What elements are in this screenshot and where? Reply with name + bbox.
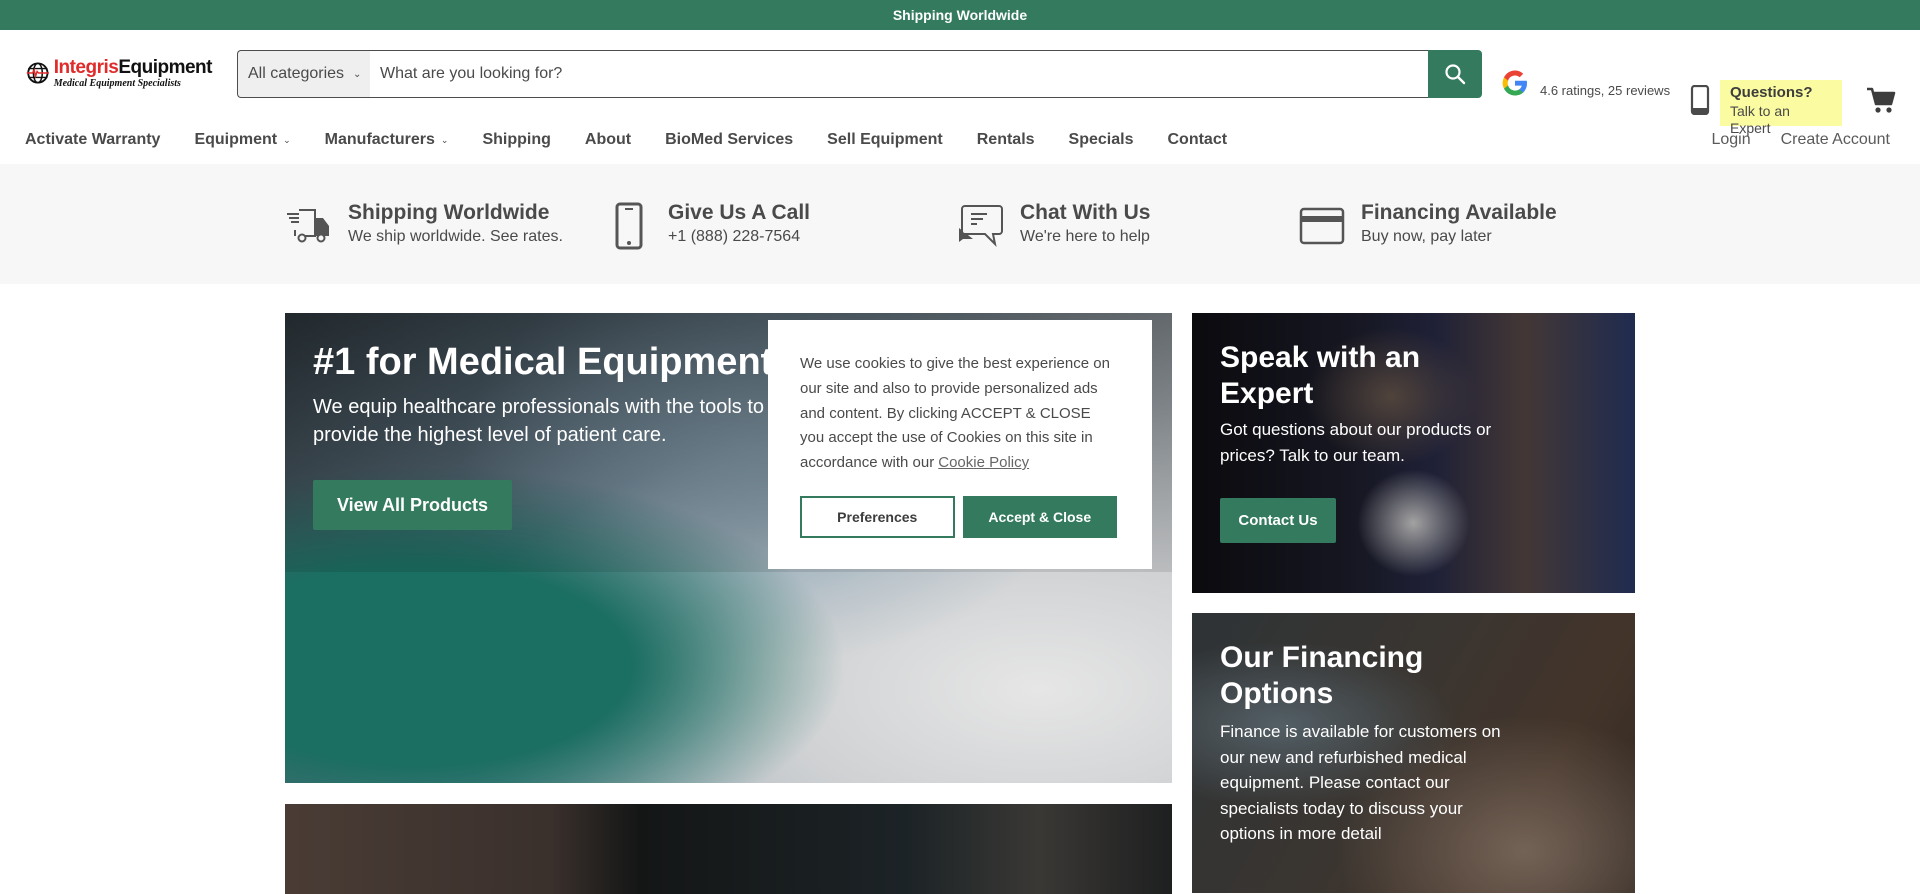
feature-title: Shipping Worldwide bbox=[348, 201, 550, 224]
secondary-banner bbox=[285, 804, 1172, 894]
cookie-text: We use cookies to give the best experien… bbox=[800, 355, 1110, 471]
chevron-down-icon: ⌄ bbox=[353, 68, 362, 80]
nav-item-manufacturers[interactable]: Manufacturers ⌄ bbox=[325, 131, 449, 149]
card-text: Finance is available for customers on ou… bbox=[1220, 722, 1501, 843]
hero-subtitle: We equip healthcare professionals with t… bbox=[313, 396, 765, 446]
features-strip: Shipping Worldwide We ship worldwide. Se… bbox=[0, 164, 1920, 284]
create-account-link[interactable]: Create Account bbox=[1781, 131, 1890, 149]
feature-chat[interactable]: Chat With Us We're here to help bbox=[956, 201, 1150, 251]
nav-item-biomed-services[interactable]: BioMed Services bbox=[665, 131, 793, 149]
financing-card: Our Financing Options Finance is availab… bbox=[1192, 613, 1635, 893]
credit-card-icon bbox=[1299, 207, 1345, 245]
site-logo[interactable]: IntegrisEquipment Medical Equipment Spec… bbox=[26, 53, 212, 93]
contact-us-button[interactable]: Contact Us bbox=[1220, 498, 1336, 543]
hero-title: #1 for Medical Equipment bbox=[313, 341, 774, 383]
announcement-bar: Shipping Worldwide bbox=[0, 0, 1920, 30]
logo-tagline: Medical Equipment Specialists bbox=[53, 77, 181, 89]
category-select-label: All categories bbox=[248, 65, 345, 82]
card-title: Speak with an Expert bbox=[1220, 341, 1421, 410]
search-button[interactable] bbox=[1428, 50, 1482, 98]
nav-item-contact[interactable]: Contact bbox=[1167, 131, 1227, 149]
preferences-button[interactable]: Preferences bbox=[800, 495, 955, 538]
feature-title: Chat With Us bbox=[1020, 201, 1151, 224]
accept-close-button[interactable]: Accept & Close bbox=[962, 495, 1117, 538]
google-rating[interactable]: 4.6 ratings, 25 reviews bbox=[1500, 68, 1670, 98]
login-link[interactable]: Login bbox=[1711, 131, 1750, 149]
main-nav: Activate Warranty Equipment ⌄ Manufacture… bbox=[0, 116, 1920, 164]
feature-title: Give Us A Call bbox=[668, 201, 810, 224]
cookie-banner: We use cookies to give the best experien… bbox=[768, 320, 1152, 569]
search-bar: All categories ⌄ bbox=[237, 50, 1482, 98]
mobile-phone-icon bbox=[1690, 85, 1710, 115]
cart-icon[interactable] bbox=[1866, 87, 1896, 115]
chat-icon bbox=[959, 205, 1003, 248]
feature-subtitle: +1 (888) 228-7564 bbox=[668, 228, 801, 246]
search-icon bbox=[1445, 64, 1466, 85]
feature-subtitle: We're here to help bbox=[1020, 228, 1150, 246]
card-text: Got questions about our products or pric… bbox=[1220, 420, 1492, 465]
feature-title: Financing Available bbox=[1361, 201, 1557, 224]
nav-item-equipment[interactable]: Equipment ⌄ bbox=[194, 131, 290, 149]
feature-subtitle: Buy now, pay later bbox=[1361, 228, 1492, 246]
nav-item-activate-warranty[interactable]: Activate Warranty bbox=[25, 131, 160, 149]
nav-item-sell-equipment[interactable]: Sell Equipment bbox=[827, 131, 943, 149]
globe-icon bbox=[26, 62, 49, 84]
chevron-down-icon: ⌄ bbox=[440, 134, 449, 145]
nav-item-shipping[interactable]: Shipping bbox=[482, 131, 550, 149]
expert-card: Speak with an Expert Got questions about… bbox=[1192, 313, 1635, 593]
logo-brand-red: Integris bbox=[53, 56, 119, 78]
announcement-text: Shipping Worldwide bbox=[892, 7, 1028, 23]
site-header: IntegrisEquipment Medical Equipment Spec… bbox=[0, 30, 1920, 136]
feature-subtitle: We ship worldwide. See rates. bbox=[348, 228, 563, 246]
view-all-products-button[interactable]: View All Products bbox=[313, 480, 512, 530]
logo-brand-black: Equipment bbox=[118, 56, 212, 78]
card-title: Our Financing Options bbox=[1220, 641, 1424, 710]
search-input[interactable] bbox=[370, 50, 1428, 98]
feature-financing[interactable]: Financing Available Buy now, pay later bbox=[1297, 201, 1557, 251]
nav-item-rentals[interactable]: Rentals bbox=[977, 131, 1035, 149]
google-logo-icon bbox=[1502, 70, 1527, 96]
truck-icon bbox=[287, 209, 329, 243]
feature-call[interactable]: Give Us A Call +1 (888) 228-7564 bbox=[604, 201, 810, 251]
rating-text: 4.6 ratings, 25 reviews bbox=[1540, 82, 1671, 98]
feature-shipping[interactable]: Shipping Worldwide We ship worldwide. Se… bbox=[284, 201, 563, 251]
chevron-down-icon: ⌄ bbox=[283, 134, 291, 145]
cookie-policy-link[interactable]: Cookie Policy bbox=[938, 454, 1029, 471]
questions-title: Questions? bbox=[1730, 84, 1813, 101]
phone-icon bbox=[615, 202, 643, 250]
nav-item-specials[interactable]: Specials bbox=[1069, 131, 1134, 149]
nav-item-about[interactable]: About bbox=[585, 131, 631, 149]
category-select[interactable]: All categories ⌄ bbox=[237, 50, 370, 98]
